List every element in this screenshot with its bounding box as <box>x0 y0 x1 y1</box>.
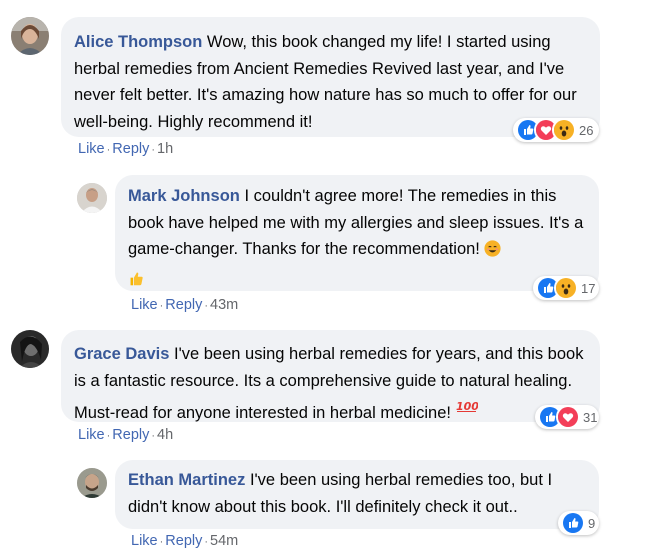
thumbs-up-emoji <box>128 269 145 296</box>
reply-button[interactable]: Reply <box>112 141 149 157</box>
avatar[interactable] <box>77 468 107 498</box>
comment-bubble: Grace Davis I've been using herbal remed… <box>61 330 600 422</box>
comment-author[interactable]: Alice Thompson <box>74 33 202 51</box>
wow-icon <box>554 276 578 300</box>
hundred-emoji: 100 <box>456 394 479 421</box>
like-button[interactable]: Like <box>131 297 158 313</box>
comment-timestamp[interactable]: 43m <box>210 297 238 313</box>
comment-timestamp[interactable]: 4h <box>157 427 173 443</box>
separator-dot: · <box>151 144 156 156</box>
comment-timestamp[interactable]: 1h <box>157 141 173 157</box>
svg-text:100: 100 <box>456 400 478 412</box>
separator-dot: · <box>204 536 209 548</box>
reaction-count: 17 <box>581 280 596 296</box>
comment-actions: Like · Reply · 4h <box>78 427 173 443</box>
separator-dot: · <box>106 144 111 156</box>
separator-dot: · <box>204 300 209 312</box>
reaction-summary[interactable]: 9 <box>558 511 599 535</box>
like-button[interactable]: Like <box>131 533 158 549</box>
reply-button[interactable]: Reply <box>112 427 149 443</box>
reaction-summary[interactable]: 17 <box>533 276 599 300</box>
reaction-count: 31 <box>583 409 598 425</box>
comment-bubble: Mark Johnson I couldn't agree more! The … <box>115 175 599 291</box>
comment-actions: Like · Reply · 1h <box>78 141 173 157</box>
reply-button[interactable]: Reply <box>165 533 202 549</box>
reaction-summary[interactable]: 26 <box>513 118 599 142</box>
wow-icon <box>552 118 576 142</box>
reaction-summary[interactable]: 31 <box>535 405 599 429</box>
avatar[interactable] <box>11 17 49 55</box>
love-icon <box>556 405 580 429</box>
reply-button[interactable]: Reply <box>165 297 202 313</box>
separator-dot: · <box>106 430 111 442</box>
comment-author[interactable]: Mark Johnson <box>128 187 240 205</box>
smile-emoji <box>484 239 502 266</box>
avatar[interactable] <box>77 183 107 213</box>
comment-actions: Like · Reply · 43m <box>131 297 238 313</box>
reaction-count: 26 <box>579 122 594 138</box>
comment-actions: Like · Reply · 54m <box>131 533 238 549</box>
like-button[interactable]: Like <box>78 141 105 157</box>
avatar[interactable] <box>11 330 49 368</box>
comment-author[interactable]: Grace Davis <box>74 345 169 363</box>
reaction-count: 9 <box>588 515 596 531</box>
comment-bubble: Ethan Martinez I've been using herbal re… <box>115 460 599 529</box>
separator-dot: · <box>159 300 164 312</box>
comment-author[interactable]: Ethan Martinez <box>128 471 245 489</box>
separator-dot: · <box>151 430 156 442</box>
comment-timestamp[interactable]: 54m <box>210 533 238 549</box>
like-button[interactable]: Like <box>78 427 105 443</box>
like-icon <box>561 511 585 535</box>
separator-dot: · <box>159 536 164 548</box>
